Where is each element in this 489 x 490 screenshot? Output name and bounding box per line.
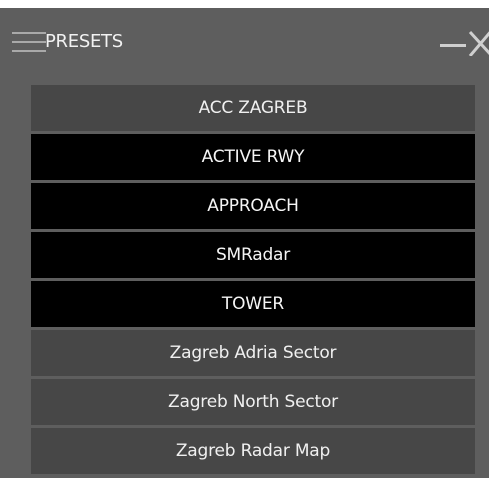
- preset-list: ACC ZAGREB ACTIVE RWY APPROACH SMRadar T…: [31, 85, 475, 477]
- preset-button-active-rwy[interactable]: ACTIVE RWY: [31, 134, 475, 180]
- preset-button-approach[interactable]: APPROACH: [31, 183, 475, 229]
- preset-button-acc-zagreb[interactable]: ACC ZAGREB: [31, 85, 475, 131]
- minimize-icon[interactable]: [440, 30, 466, 54]
- title-bar[interactable]: PRESETS: [0, 8, 489, 76]
- preset-button-smradar[interactable]: SMRadar: [31, 232, 475, 278]
- close-icon[interactable]: [468, 30, 489, 57]
- presets-window: PRESETS ACC ZAGREB ACTIVE RWY APPROACH S…: [0, 8, 489, 478]
- preset-button-zagreb-radar-map[interactable]: Zagreb Radar Map: [31, 428, 475, 474]
- window-title: PRESETS: [45, 31, 123, 52]
- preset-button-zagreb-north-sector[interactable]: Zagreb North Sector: [31, 379, 475, 425]
- preset-button-tower[interactable]: TOWER: [31, 281, 475, 327]
- preset-button-zagreb-adria-sector[interactable]: Zagreb Adria Sector: [31, 330, 475, 376]
- hamburger-menu-icon[interactable]: [12, 31, 46, 53]
